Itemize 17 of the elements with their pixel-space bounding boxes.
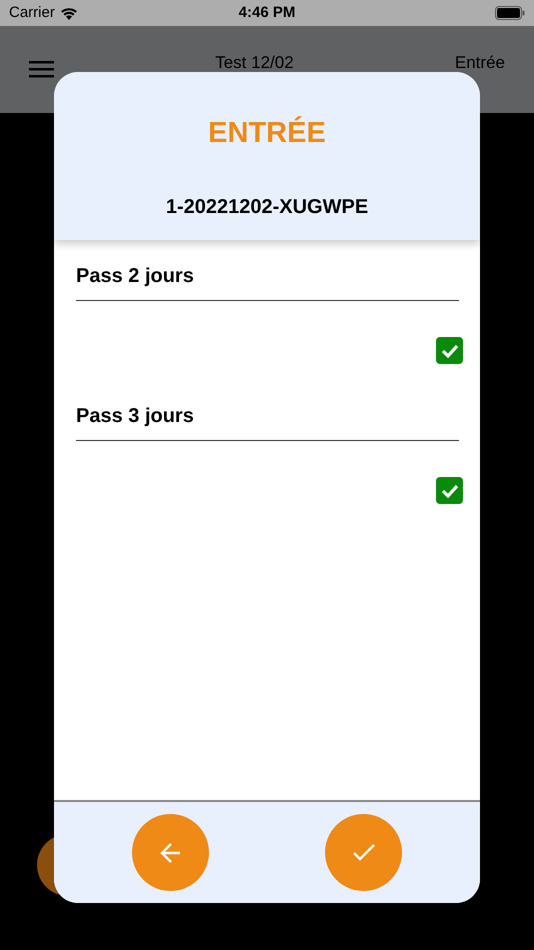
arrow-left-icon [160,842,182,864]
page-title: Test 12/02 [215,53,294,72]
menu-icon[interactable] [29,61,54,78]
clock: 4:46 PM [238,2,296,23]
wifi-icon [60,6,78,20]
ticket-code: 1-20221202-XUGWPE [166,194,368,220]
carrier-label: Carrier [9,2,55,23]
entry-label[interactable]: Entrée [454,53,505,72]
check-icon [440,344,458,358]
pass-label: Pass 2 jours [76,264,459,301]
checkbox[interactable] [436,477,463,504]
check-icon [352,844,376,862]
checkbox[interactable] [436,337,463,364]
dialog-title: ENTRÉE [208,115,326,151]
pass-label: Pass 3 jours [76,404,459,441]
battery-icon [495,6,525,20]
check-icon [440,484,458,498]
